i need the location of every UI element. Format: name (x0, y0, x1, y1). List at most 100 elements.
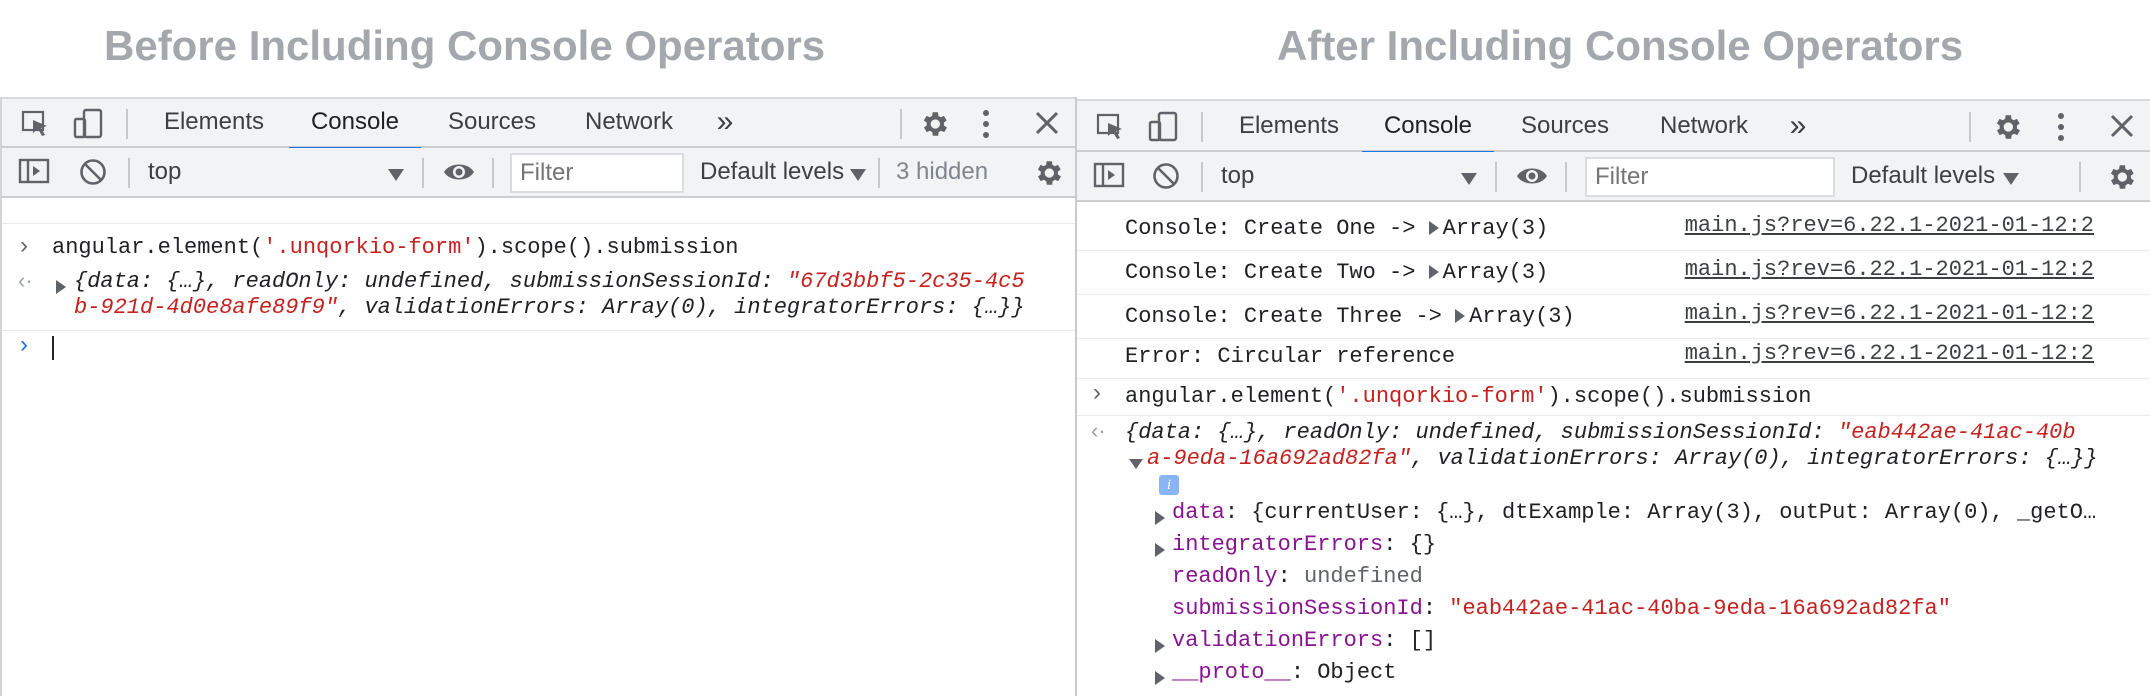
console-divider (2, 223, 1075, 224)
toolbar-divider (128, 158, 130, 188)
tab-elements[interactable]: Elements (1229, 101, 1349, 152)
inspect-icon[interactable] (1095, 112, 1127, 142)
devtools-tab-bar: Elements Console Sources Network » (2, 97, 1075, 150)
toolbar-divider (878, 158, 880, 188)
expand-triangle-icon[interactable] (1428, 265, 1439, 280)
source-link[interactable]: main.js?rev=6.22.1-2021-01-12:2 (1685, 341, 2094, 366)
tab-console[interactable]: Console (1362, 101, 1494, 154)
context-selector[interactable]: top (1221, 161, 1254, 191)
source-link[interactable]: main.js?rev=6.22.1-2021-01-12:2 (1685, 301, 2094, 326)
input-prompt-icon: › (20, 331, 28, 358)
return-arrow-icon: ‹· (1091, 418, 1106, 443)
close-icon[interactable] (1034, 110, 1060, 136)
tab-elements[interactable]: Elements (154, 99, 274, 148)
return-arrow-icon: ‹· (18, 268, 33, 293)
device-toggle-icon[interactable] (72, 108, 106, 140)
console-settings-gear-icon[interactable] (2105, 161, 2137, 193)
toolbar-divider (2079, 162, 2081, 192)
info-icon[interactable]: i (1159, 475, 1179, 495)
collapse-triangle-icon[interactable] (1129, 455, 1147, 473)
settings-gear-icon[interactable] (918, 108, 950, 140)
source-link[interactable]: main.js?rev=6.22.1-2021-01-12:2 (1685, 257, 2094, 282)
console-output: Console: Create One -> Array(3) main.js?… (1077, 207, 2150, 696)
filter-input[interactable] (510, 153, 684, 193)
sidebar-toggle-icon[interactable] (18, 157, 50, 185)
expand-triangle-icon[interactable] (1155, 637, 1169, 655)
error-message-text: Error: Circular reference (1125, 344, 1456, 369)
eye-icon[interactable] (442, 160, 476, 184)
log-message-text: Console: Create One -> Array(3) (1125, 216, 1549, 241)
console-toolbar: top Default levels (1077, 152, 2150, 202)
console-divider (1077, 415, 2150, 416)
context-selector[interactable]: top (148, 157, 181, 187)
result-line-1[interactable]: {data: {…}, readOnly: undefined, submiss… (1125, 419, 2076, 447)
toolbar-divider (900, 109, 902, 139)
settings-gear-icon[interactable] (1991, 111, 2023, 143)
source-link[interactable]: main.js?rev=6.22.1-2021-01-12:2 (1685, 213, 2094, 238)
toolbar-divider (126, 109, 128, 139)
toolbar-divider (422, 158, 424, 188)
log-message-row: Console: Create Three -> Array(3) main.j… (1077, 295, 2150, 339)
expand-triangle-icon[interactable] (1155, 541, 1169, 559)
toolbar-divider (1201, 112, 1203, 142)
property-proto[interactable]: __proto__: Object (1172, 659, 1396, 687)
eye-icon[interactable] (1515, 164, 1549, 188)
console-command: angular.element('.unqorkio-form').scope(… (1125, 384, 1812, 409)
toolbar-divider (492, 158, 494, 188)
console-toolbar: top Default levels 3 hidden (2, 148, 1075, 198)
clear-console-icon[interactable] (1151, 161, 1181, 191)
prompt-chevron-icon: › (1093, 379, 1101, 406)
result-line-2[interactable]: a-9eda-16a692ad82fa", validationErrors: … (1147, 445, 2098, 473)
kebab-menu-icon[interactable] (2053, 111, 2069, 143)
property-data[interactable]: data: {currentUser: {…}, dtExample: Arra… (1172, 499, 2096, 527)
close-icon[interactable] (2109, 113, 2135, 139)
result-line-2[interactable]: b-921d-4d0e8afe89f9", validationErrors: … (74, 294, 1025, 322)
property-validation-errors[interactable]: validationErrors: [] (1172, 627, 1436, 655)
prompt-chevron-icon: › (20, 232, 28, 259)
before-heading: Before Including Console Operators (104, 22, 826, 69)
chevron-down-icon[interactable] (2003, 170, 2019, 188)
console-command: angular.element('.unqorkio-form').scope(… (52, 235, 739, 260)
devtools-pane-after: Elements Console Sources Network » top F… (1075, 97, 2150, 696)
property-submission-session-id: submissionSessionId: "eab442ae-41ac-40ba… (1172, 596, 1951, 621)
expand-triangle-icon[interactable] (1428, 221, 1439, 236)
log-levels-dropdown[interactable]: Default levels (700, 157, 844, 187)
chevron-down-icon[interactable] (850, 166, 866, 184)
chevron-down-icon[interactable] (388, 166, 404, 184)
property-read-only: readOnly: undefined (1172, 564, 1423, 589)
after-heading: After Including Console Operators (1277, 22, 1964, 69)
more-tabs-icon[interactable]: » (710, 99, 740, 148)
expand-triangle-icon[interactable] (1455, 309, 1466, 324)
tab-console[interactable]: Console (289, 99, 421, 150)
devtools-tab-bar: Elements Console Sources Network » (1077, 99, 2150, 154)
sidebar-toggle-icon[interactable] (1093, 161, 1125, 189)
expand-triangle-icon[interactable] (1155, 669, 1169, 687)
hidden-count: 3 hidden (896, 158, 989, 185)
console-divider (2, 330, 1075, 331)
toolbar-divider (1201, 162, 1203, 192)
expand-triangle-icon[interactable] (56, 278, 70, 296)
devtools-pane-before: Elements Console Sources Network » top F… (0, 97, 1075, 696)
tab-sources[interactable]: Sources (438, 99, 546, 148)
device-toggle-icon[interactable] (1147, 111, 1181, 143)
clear-console-icon[interactable] (78, 157, 108, 187)
log-message-text: Console: Create Three -> Array(3) (1125, 304, 1575, 329)
more-tabs-icon[interactable]: » (1783, 101, 1813, 152)
log-message-text: Console: Create Two -> Array(3) (1125, 260, 1549, 285)
toolbar-divider (1565, 162, 1567, 192)
tab-network[interactable]: Network (572, 99, 686, 148)
result-line-1[interactable]: {data: {…}, readOnly: undefined, submiss… (74, 268, 1025, 296)
log-levels-dropdown[interactable]: Default levels (1851, 161, 1995, 191)
property-integrator-errors[interactable]: integratorErrors: {} (1172, 531, 1436, 559)
expand-triangle-icon[interactable] (1155, 509, 1169, 527)
tab-sources[interactable]: Sources (1511, 101, 1619, 152)
inspect-icon[interactable] (20, 109, 52, 139)
console-input-cursor[interactable] (52, 336, 54, 360)
filter-input[interactable] (1585, 157, 1835, 197)
toolbar-divider (1495, 162, 1497, 192)
tab-network[interactable]: Network (1647, 101, 1761, 152)
log-message-row: Console: Create One -> Array(3) main.js?… (1077, 207, 2150, 251)
kebab-menu-icon[interactable] (978, 108, 994, 140)
chevron-down-icon[interactable] (1461, 170, 1477, 188)
console-settings-gear-icon[interactable] (1032, 157, 1064, 189)
